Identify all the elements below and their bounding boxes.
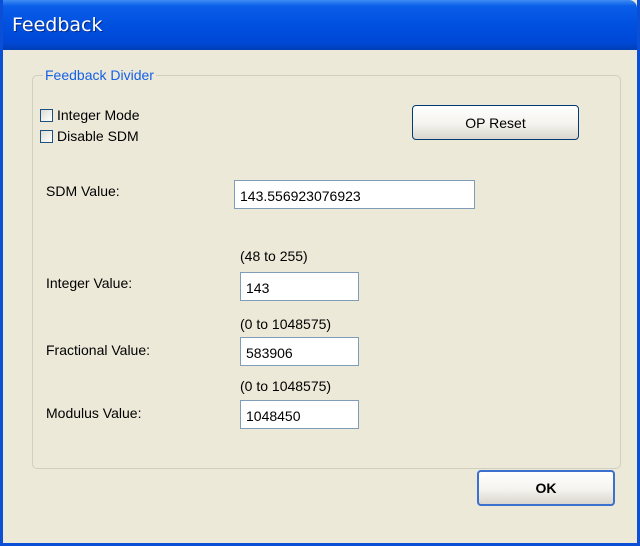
modulus-value-field[interactable]: 1048450 <box>240 400 359 429</box>
integer-mode-checkbox-box[interactable] <box>40 108 53 122</box>
sdm-value-label: SDM Value: <box>46 183 120 199</box>
integer-value-label: Integer Value: <box>46 275 133 291</box>
sdm-value-text: 143.556923076923 <box>240 188 361 204</box>
title-bar[interactable]: Feedback <box>3 0 637 50</box>
feedback-divider-group: Feedback Divider Integer Mode Disable SD… <box>32 67 621 469</box>
integer-mode-checkbox[interactable]: Integer Mode <box>40 107 140 123</box>
integer-value-text: 143 <box>246 280 270 296</box>
op-reset-button[interactable]: OP Reset <box>412 105 579 140</box>
modulus-range-hint: (0 to 1048575) <box>240 378 332 394</box>
feedback-dialog: Feedback Feedback Divider Integer Mode D… <box>0 0 640 546</box>
modulus-value-label: Modulus Value: <box>46 405 142 421</box>
ok-button[interactable]: OK <box>477 470 615 506</box>
integer-mode-label: Integer Mode <box>57 107 140 123</box>
ok-button-label: OK <box>535 480 557 496</box>
integer-value-field[interactable]: 143 <box>240 272 359 301</box>
disable-sdm-checkbox-box[interactable] <box>40 129 53 143</box>
fractional-value-label: Fractional Value: <box>46 342 151 358</box>
fractional-value-text: 583906 <box>246 345 293 361</box>
disable-sdm-checkbox[interactable]: Disable SDM <box>40 128 139 144</box>
modulus-value-text: 1048450 <box>246 408 301 424</box>
group-title: Feedback Divider <box>43 67 156 83</box>
fractional-range-hint: (0 to 1048575) <box>240 316 332 332</box>
integer-range-hint: (48 to 255) <box>240 248 308 264</box>
window-title: Feedback <box>12 14 103 36</box>
fractional-value-field[interactable]: 583906 <box>240 337 359 366</box>
disable-sdm-label: Disable SDM <box>57 128 139 144</box>
op-reset-button-label: OP Reset <box>465 114 526 131</box>
dialog-client-area: Feedback Divider Integer Mode Disable SD… <box>3 50 637 543</box>
sdm-value-field[interactable]: 143.556923076923 <box>234 180 475 209</box>
